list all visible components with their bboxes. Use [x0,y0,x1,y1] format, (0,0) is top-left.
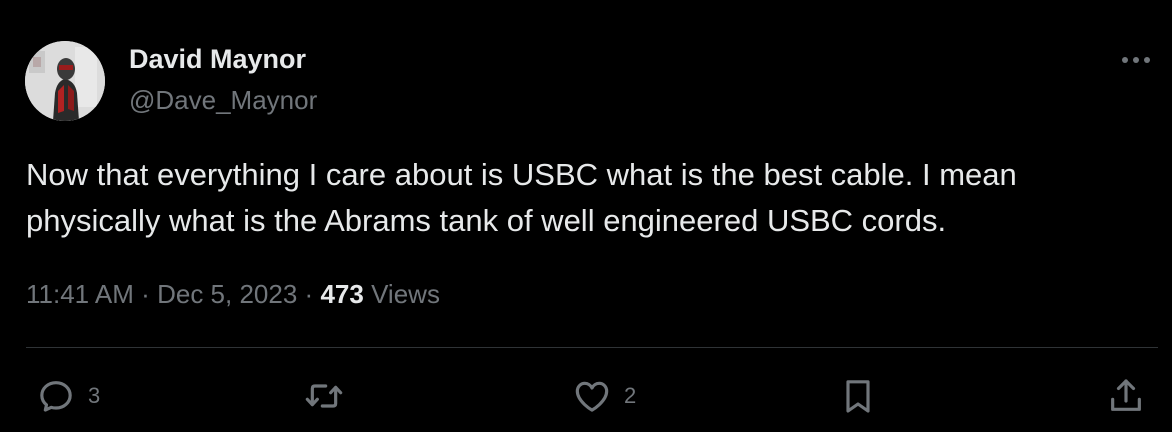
reply-button[interactable]: 3 [36,376,100,416]
avatar-image [25,41,105,121]
reply-icon [40,381,72,412]
divider [26,347,1158,348]
avatar[interactable] [25,41,105,121]
author-name[interactable]: David Maynor [129,44,306,75]
bookmark-icon [846,380,870,413]
retweet-icon [305,384,343,408]
tweet-meta: 11:41 AM · Dec 5, 2023 · 473 Views [26,279,440,310]
meta-separator: · [304,279,314,309]
retweet-button[interactable] [304,376,344,416]
views-count: 473 [320,279,364,309]
tweet-time[interactable]: 11:41 AM [26,279,134,309]
share-button[interactable] [1106,376,1146,416]
share-icon [1111,379,1141,411]
more-icon [1122,57,1150,63]
more-button[interactable] [1118,46,1154,74]
views-label: Views [371,279,440,309]
reply-count: 3 [88,383,101,408]
meta-separator: · [141,279,150,309]
heart-icon [575,381,609,412]
tweet-text: Now that everything I care about is USBC… [26,157,1017,238]
like-count: 2 [624,383,637,408]
tweet-date[interactable]: Dec 5, 2023 [157,279,297,309]
tweet-card: David Maynor @Dave_Maynor Now that every… [0,0,1172,432]
author-handle[interactable]: @Dave_Maynor [129,85,317,116]
bookmark-button[interactable] [838,376,878,416]
like-button[interactable]: 2 [572,376,636,416]
